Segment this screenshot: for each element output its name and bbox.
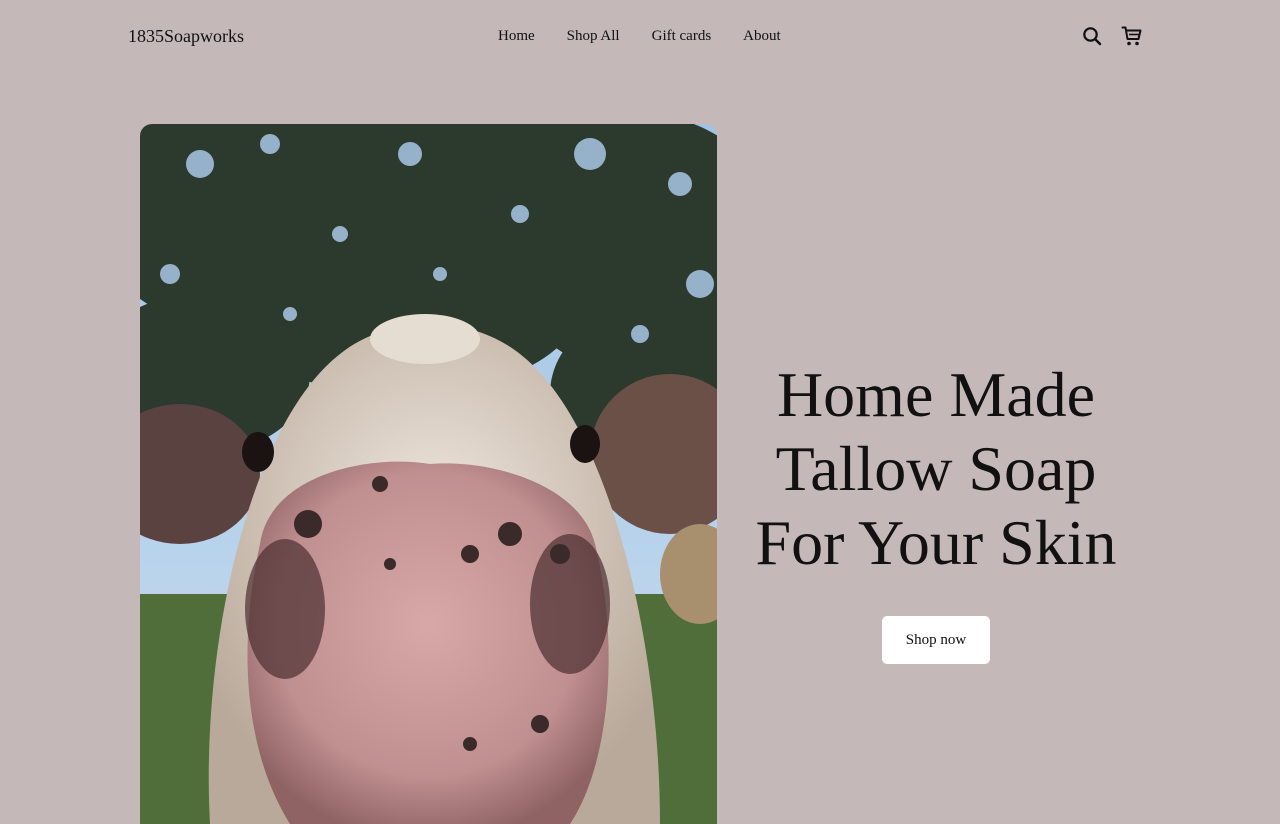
hero-title: Home Made Tallow Soap For Your Skin	[736, 358, 1136, 580]
main-nav: Home Shop All Gift cards About	[482, 28, 797, 45]
search-icon[interactable]	[1080, 24, 1104, 48]
nav-link-shop-all[interactable]: Shop All	[551, 28, 636, 45]
hero-image-cow	[140, 124, 717, 824]
hero-title-line-3: For Your Skin	[755, 507, 1117, 578]
nav-link-about[interactable]: About	[727, 28, 797, 45]
hero-title-line-2: Tallow Soap	[775, 433, 1097, 504]
brand-logo-link[interactable]: 1835Soapworks	[128, 26, 244, 47]
hero-title-line-1: Home Made	[776, 359, 1096, 430]
shop-now-button[interactable]: Shop now	[881, 616, 991, 664]
hero-text-block: Home Made Tallow Soap For Your Skin Shop…	[736, 358, 1136, 664]
cart-icon[interactable]	[1120, 24, 1144, 48]
nav-link-gift-cards[interactable]: Gift cards	[636, 28, 728, 45]
nav-link-home[interactable]: Home	[482, 28, 551, 45]
cow-photo	[140, 124, 717, 824]
header-icons	[1080, 24, 1144, 48]
site-header: 1835Soapworks Home Shop All Gift cards A…	[0, 0, 1280, 74]
